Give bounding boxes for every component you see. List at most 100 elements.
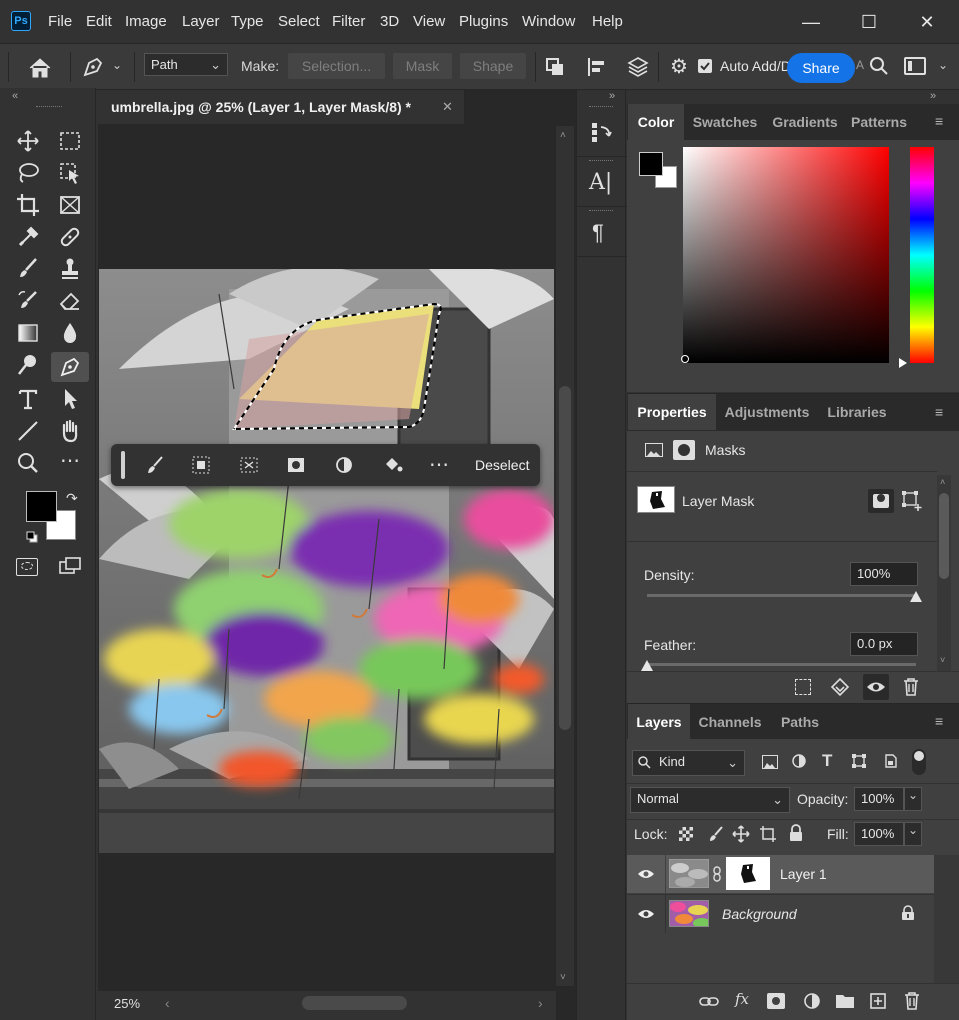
- density-slider-track[interactable]: [647, 594, 916, 597]
- vector-mask-add-icon[interactable]: [901, 490, 923, 512]
- eyedropper-icon[interactable]: [13, 222, 43, 252]
- opacity-input[interactable]: 100%: [854, 787, 904, 811]
- tab-channels[interactable]: Channels: [693, 704, 767, 740]
- panel-menu-icon[interactable]: ≡: [935, 404, 943, 420]
- gradient-icon[interactable]: [13, 318, 43, 348]
- healing-brush-icon[interactable]: [55, 222, 85, 252]
- lock-transparent-icon[interactable]: [679, 827, 693, 841]
- chevron-down-icon[interactable]: ⌄: [112, 58, 122, 72]
- filter-pixel-icon[interactable]: [762, 755, 778, 769]
- path-mode-select[interactable]: Path ⌄: [144, 53, 228, 76]
- tab-libraries[interactable]: Libraries: [819, 394, 895, 430]
- density-slider-handle[interactable]: [910, 591, 922, 602]
- frame-icon[interactable]: [55, 190, 85, 220]
- panel-menu-icon[interactable]: ≡: [935, 113, 943, 129]
- filter-type-icon[interactable]: T: [822, 751, 832, 771]
- crop-icon[interactable]: [13, 190, 43, 220]
- screen-mode-icon[interactable]: [58, 556, 82, 576]
- lock-position-icon[interactable]: [732, 825, 750, 843]
- feather-input[interactable]: 0.0 px: [850, 632, 918, 656]
- minimize-button[interactable]: —: [793, 8, 829, 36]
- menu-window[interactable]: Window: [522, 13, 575, 30]
- menu-select[interactable]: Select: [278, 13, 320, 30]
- tab-color[interactable]: Color: [628, 104, 684, 140]
- layer-mask-thumbnail[interactable]: [637, 486, 675, 513]
- eraser-icon[interactable]: [55, 286, 85, 316]
- close-window-button[interactable]: ✕: [909, 8, 945, 36]
- tab-gradients[interactable]: Gradients: [767, 104, 843, 140]
- make-mask-button[interactable]: Mask: [393, 53, 452, 79]
- lock-artboard-icon[interactable]: [759, 825, 777, 843]
- new-group-icon[interactable]: [835, 992, 855, 1010]
- tab-adjustments[interactable]: Adjustments: [719, 394, 815, 430]
- document-tab[interactable]: umbrella.jpg @ 25% (Layer 1, Layer Mask/…: [98, 90, 465, 124]
- pen-tool-preset-icon[interactable]: [80, 54, 106, 80]
- path-selection-icon[interactable]: [55, 384, 85, 414]
- close-tab-icon[interactable]: ✕: [442, 99, 453, 115]
- line-tool-icon[interactable]: [13, 416, 43, 446]
- link-icon[interactable]: [712, 866, 722, 882]
- feather-slider-track[interactable]: [647, 663, 916, 666]
- chevron-down-icon[interactable]: ⌄: [938, 58, 948, 72]
- deselect-button[interactable]: Deselect: [475, 457, 529, 473]
- history-brush-icon[interactable]: [13, 286, 43, 316]
- eye-icon[interactable]: [637, 866, 655, 882]
- collapse-right-icon[interactable]: »: [930, 90, 936, 102]
- chevron-down-icon[interactable]: ⌄: [904, 787, 922, 811]
- path-alignment-icon[interactable]: [585, 56, 609, 78]
- menu-help[interactable]: Help: [592, 13, 623, 30]
- maximize-button[interactable]: ☐: [851, 8, 887, 36]
- foreground-color-swatch[interactable]: [26, 491, 57, 522]
- scroll-up-icon[interactable]: ˄: [560, 130, 566, 141]
- transform-selection-icon[interactable]: [239, 455, 259, 475]
- eye-icon[interactable]: [863, 674, 889, 700]
- filter-adjustment-icon[interactable]: [791, 753, 807, 769]
- layer-locked-icon[interactable]: [901, 905, 915, 921]
- expand-panel-icon[interactable]: »: [609, 90, 615, 102]
- quick-mask-icon[interactable]: [16, 558, 38, 576]
- fill-selection-icon[interactable]: [381, 454, 405, 478]
- link-layers-icon[interactable]: [699, 992, 719, 1012]
- layer-row-layer-1[interactable]: Layer 1: [627, 855, 934, 893]
- menu-type[interactable]: Type: [231, 13, 264, 30]
- image-canvas[interactable]: [99, 269, 554, 853]
- scroll-left-icon[interactable]: ‹: [165, 995, 170, 1011]
- scrollbar-thumb[interactable]: [939, 493, 949, 579]
- type-tool-icon[interactable]: [13, 384, 43, 414]
- collapse-panel-icon[interactable]: «: [12, 90, 18, 102]
- layers-scrollbar[interactable]: [934, 855, 959, 983]
- layer-1-mask-thumbnail[interactable]: [726, 857, 770, 890]
- delete-layer-icon[interactable]: [903, 991, 921, 1011]
- make-shape-button[interactable]: Shape: [460, 53, 526, 79]
- workspace-icon[interactable]: [904, 57, 926, 75]
- horizontal-scrollbar-thumb[interactable]: [302, 996, 407, 1010]
- vertical-scrollbar[interactable]: ˄ ˅: [556, 126, 574, 986]
- scroll-down-icon[interactable]: ˅: [560, 972, 566, 983]
- properties-scrollbar[interactable]: ˄ ˅: [937, 475, 951, 671]
- gear-icon[interactable]: ⚙: [667, 55, 691, 79]
- chevron-down-icon[interactable]: ⌄: [904, 822, 922, 846]
- layer-row-background[interactable]: Background: [627, 894, 934, 933]
- more-tools-icon[interactable]: ⋯: [55, 448, 85, 478]
- path-arrangement-icon[interactable]: [626, 55, 650, 79]
- share-button[interactable]: Share: [787, 53, 855, 83]
- panel-menu-icon[interactable]: ≡: [935, 713, 943, 729]
- tab-paths[interactable]: Paths: [771, 704, 829, 740]
- filter-shape-icon[interactable]: [851, 753, 867, 769]
- fill-input[interactable]: 100%: [854, 822, 904, 846]
- zoom-icon[interactable]: [13, 448, 43, 478]
- foreground-color-chip[interactable]: [639, 152, 663, 176]
- filter-toggle[interactable]: [912, 749, 926, 775]
- layer-name[interactable]: Background: [722, 906, 797, 922]
- load-selection-icon[interactable]: [795, 679, 811, 695]
- feather-slider-handle[interactable]: [641, 660, 653, 671]
- character-panel-icon[interactable]: A|: [589, 170, 612, 195]
- lasso-icon[interactable]: [13, 158, 43, 188]
- layer-style-fx-icon[interactable]: fx: [735, 990, 749, 1008]
- move-tool-icon[interactable]: [13, 126, 43, 156]
- scroll-right-icon[interactable]: ›: [538, 995, 543, 1011]
- brush-select-icon[interactable]: [144, 454, 166, 476]
- home-icon[interactable]: [26, 56, 54, 80]
- menu-filter[interactable]: Filter: [332, 13, 365, 30]
- make-selection-button[interactable]: Selection...: [288, 53, 385, 79]
